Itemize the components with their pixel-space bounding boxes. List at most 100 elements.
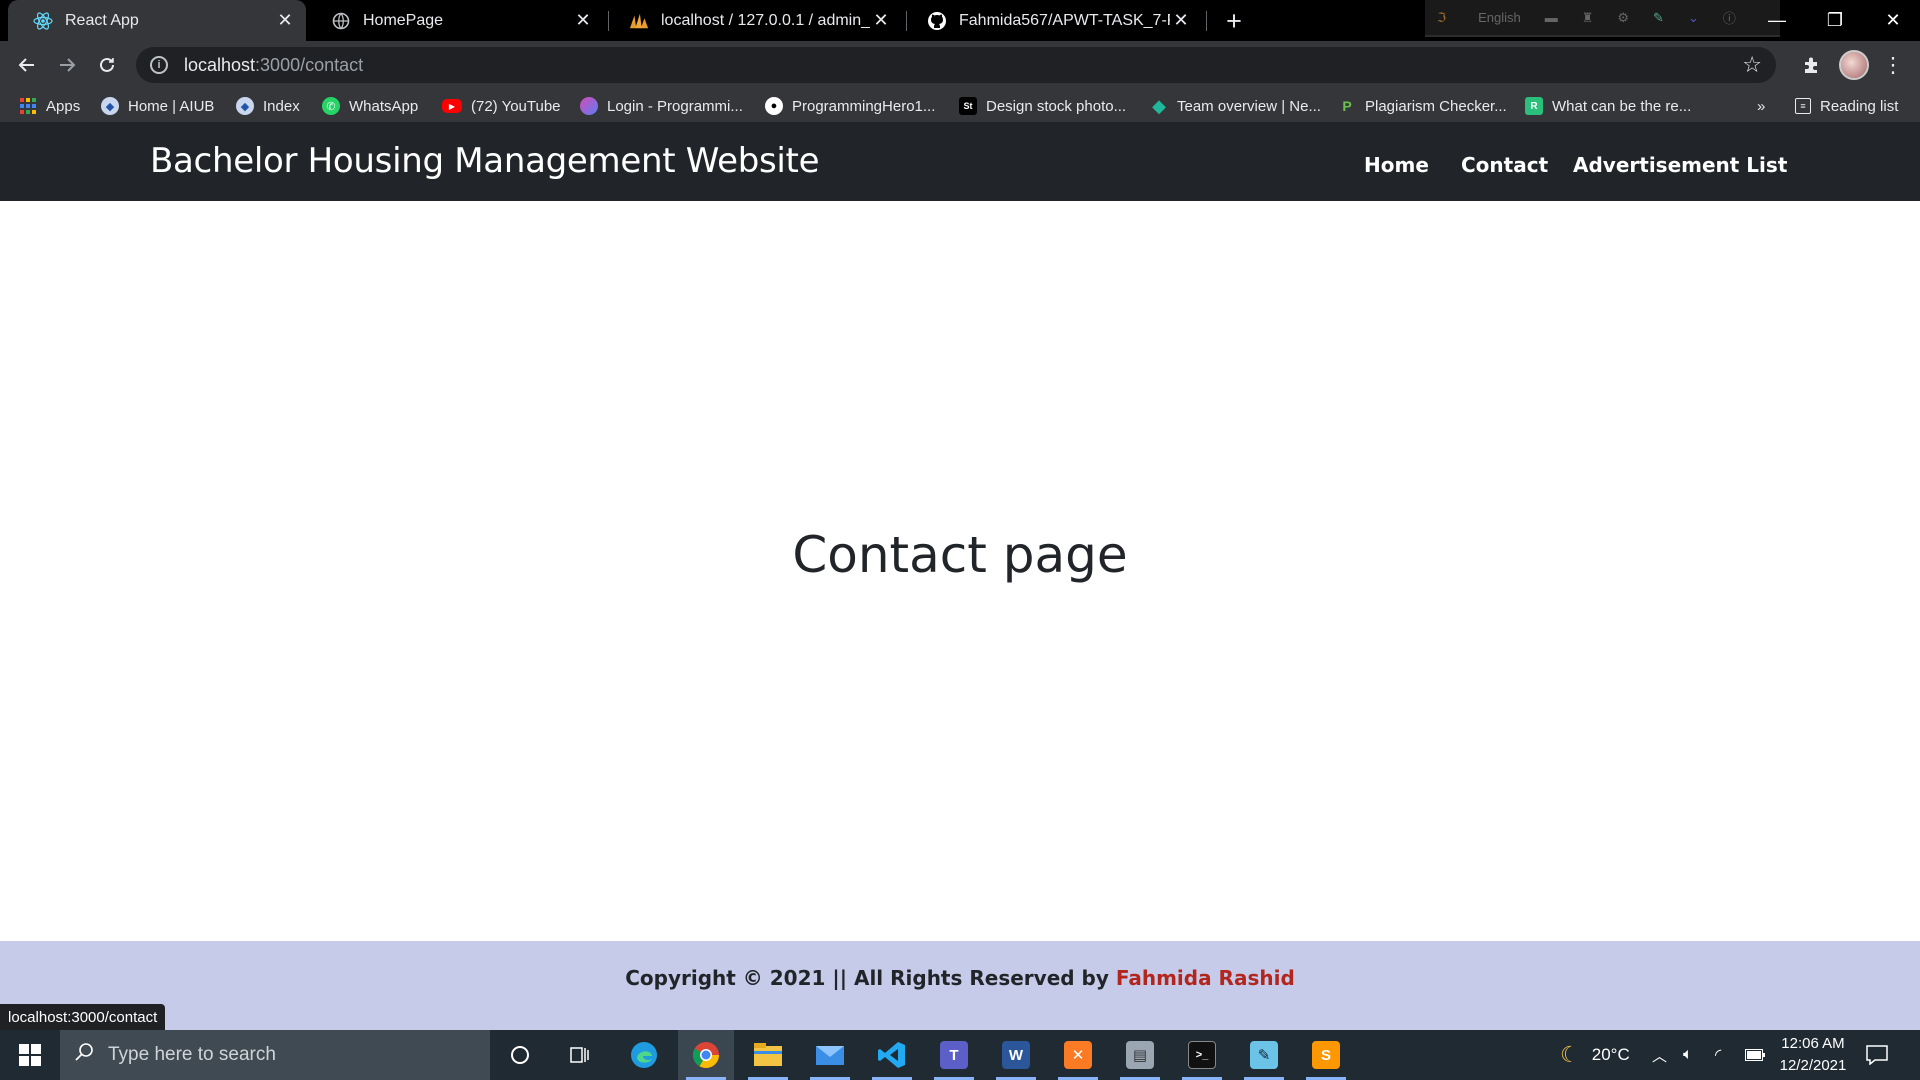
notepad-icon[interactable]: ✎	[1236, 1030, 1292, 1080]
chrome-icon[interactable]	[678, 1030, 734, 1080]
restore-button[interactable]: ❐	[1806, 0, 1864, 41]
back-button[interactable]	[11, 49, 43, 81]
nav-link-home[interactable]: Home	[1364, 153, 1429, 177]
extension-overlay-bar: ℑ English ▬ ♜ ⚙ ✎ ⌄ ⓘ	[1425, 0, 1780, 37]
teams-icon[interactable]: T	[926, 1030, 982, 1080]
printer-app-icon[interactable]: ▤	[1112, 1030, 1168, 1080]
tab-homepage[interactable]: HomePage ✕	[306, 0, 604, 41]
bookmark-label: Design stock photo...	[986, 97, 1127, 115]
bookmark-plagiarism-checker[interactable]: P Plagiarism Checker...	[1338, 96, 1506, 116]
url-path: :3000/contact	[255, 54, 364, 75]
bookmark-researchgate[interactable]: R What can be the re...	[1525, 96, 1691, 116]
profile-avatar[interactable]	[1839, 50, 1869, 80]
wifi-icon[interactable]: ◜	[1715, 1030, 1721, 1080]
bookmark-label: Home | AIUB	[128, 97, 215, 115]
clock-date: 12/2/2021	[1779, 1057, 1847, 1074]
edge-icon[interactable]	[616, 1030, 672, 1080]
windows-logo-icon	[19, 1044, 41, 1066]
battery-icon[interactable]	[1745, 1030, 1765, 1080]
cortana-icon[interactable]	[492, 1030, 548, 1080]
clock-time: 12:06 AM	[1781, 1035, 1845, 1052]
bookmark-home-aiub[interactable]: ◆ Home | AIUB	[101, 96, 214, 116]
reading-list-icon: ≡	[1795, 98, 1811, 114]
close-window-button[interactable]: ✕	[1864, 0, 1920, 41]
youtube-icon: ▶	[442, 99, 462, 113]
github-icon: ●	[765, 97, 783, 115]
bookmark-index[interactable]: ◆ Index	[236, 96, 300, 116]
browser-toolbar: i localhost:3000/contact ☆ ⋮	[0, 41, 1920, 89]
nav-link-contact[interactable]: Contact	[1461, 153, 1548, 177]
xampp-icon[interactable]: ✕	[1050, 1030, 1106, 1080]
bookmark-label: What can be the re...	[1552, 97, 1692, 115]
bookmark-label: Index	[263, 97, 300, 115]
site-navbar: Bachelor Housing Management Website Home…	[0, 122, 1920, 201]
bookmark-programminghero-github[interactable]: ● ProgrammingHero1...	[765, 96, 935, 116]
bookmarks-overflow-button[interactable]: »	[1757, 96, 1765, 116]
bookmark-login-programming[interactable]: Login - Programmi...	[580, 96, 743, 116]
tab-title: Fahmida567/APWT-TASK_7-React	[959, 11, 1170, 29]
whatsapp-icon: ✆	[322, 97, 340, 115]
tab-github[interactable]: Fahmida567/APWT-TASK_7-React ✕	[902, 0, 1202, 41]
researchgate-icon: R	[1525, 97, 1543, 115]
address-bar[interactable]: i localhost:3000/contact ☆	[136, 47, 1776, 83]
bookmark-youtube[interactable]: ▶ (72) YouTube	[442, 96, 561, 116]
weather-widget[interactable]: ☾ 20°C	[1560, 1030, 1630, 1080]
extensions-puzzle-icon[interactable]	[1796, 49, 1828, 81]
tab-title: React App	[65, 11, 139, 29]
bookmark-team-overview[interactable]: ◆ Team overview | Ne...	[1150, 96, 1321, 116]
tab-title: HomePage	[363, 11, 444, 29]
notification-center-icon[interactable]	[1866, 1030, 1888, 1080]
clock[interactable]: 12:06 AM 12/2/2021	[1778, 1030, 1848, 1080]
word-icon[interactable]: W	[988, 1030, 1044, 1080]
diamond-icon: ◆	[1152, 95, 1166, 116]
vscode-icon[interactable]	[864, 1030, 920, 1080]
page-heading: Contact page	[792, 526, 1128, 584]
start-button[interactable]	[0, 1030, 60, 1080]
close-icon[interactable]: ✕	[870, 10, 892, 32]
tab-phpmyadmin[interactable]: localhost / 127.0.0.1 / admin_db / ✕	[604, 0, 902, 41]
new-tab-button[interactable]: +	[1219, 6, 1249, 36]
sublime-text-icon[interactable]: S	[1298, 1030, 1354, 1080]
github-icon	[927, 11, 947, 31]
volume-icon[interactable]: 🔈︎	[1683, 1030, 1693, 1080]
bookmark-label: WhatsApp	[349, 97, 419, 115]
site-info-icon[interactable]: i	[150, 56, 168, 74]
bookmark-label: (72) YouTube	[471, 97, 561, 115]
react-icon	[33, 11, 53, 31]
reading-list-label: Reading list	[1820, 97, 1899, 115]
windows-taskbar: Type here to search T W ✕ ▤ >_ ✎ S ☾ 20°…	[0, 1030, 1920, 1080]
bookmark-design-stock[interactable]: St Design stock photo...	[959, 96, 1126, 116]
moon-icon: ☾	[1560, 1042, 1580, 1067]
forward-button[interactable]	[51, 49, 83, 81]
footer-copyright-text: Copyright © 2021 || All Rights Reserved …	[625, 966, 1116, 990]
status-bar-url: localhost:3000/contact	[0, 1004, 166, 1030]
language-label: English	[1478, 10, 1521, 25]
taskbar-search-box[interactable]: Type here to search	[60, 1030, 490, 1080]
site-brand[interactable]: Bachelor Housing Management Website	[150, 141, 819, 181]
forward-arrow-icon	[60, 58, 76, 72]
site-footer: Copyright © 2021 || All Rights Reserved …	[0, 941, 1920, 1030]
mail-icon[interactable]	[802, 1030, 858, 1080]
globe-icon	[331, 11, 351, 31]
bookmark-star-icon[interactable]: ☆	[1742, 52, 1762, 78]
minimize-button[interactable]: —	[1748, 0, 1806, 41]
aiub-icon: ◆	[236, 97, 254, 115]
search-icon	[74, 1042, 94, 1068]
close-icon[interactable]: ✕	[1170, 10, 1192, 32]
close-icon[interactable]: ✕	[572, 10, 594, 32]
bookmark-label: Team overview | Ne...	[1177, 97, 1321, 115]
close-icon[interactable]: ✕	[274, 10, 296, 32]
browser-tab-strip: React App ✕ HomePage ✕ localhost / 127.0…	[0, 0, 1920, 41]
tab-react-app[interactable]: React App ✕	[8, 0, 306, 41]
reading-list-button[interactable]: ≡ Reading list	[1795, 96, 1898, 116]
reload-button[interactable]	[91, 49, 123, 81]
show-hidden-icons-chevron-icon[interactable]: ︿	[1652, 1030, 1667, 1080]
task-view-icon[interactable]	[552, 1030, 608, 1080]
more-menu-icon[interactable]: ⋮	[1877, 49, 1909, 81]
bookmark-apps[interactable]: Apps	[19, 96, 80, 116]
tab-title: localhost / 127.0.0.1 / admin_db /	[661, 11, 870, 29]
bookmark-whatsapp[interactable]: ✆ WhatsApp	[322, 96, 418, 116]
terminal-icon[interactable]: >_	[1174, 1030, 1230, 1080]
nav-link-advertisement-list[interactable]: Advertisement List	[1573, 153, 1787, 177]
file-explorer-icon[interactable]	[740, 1030, 796, 1080]
